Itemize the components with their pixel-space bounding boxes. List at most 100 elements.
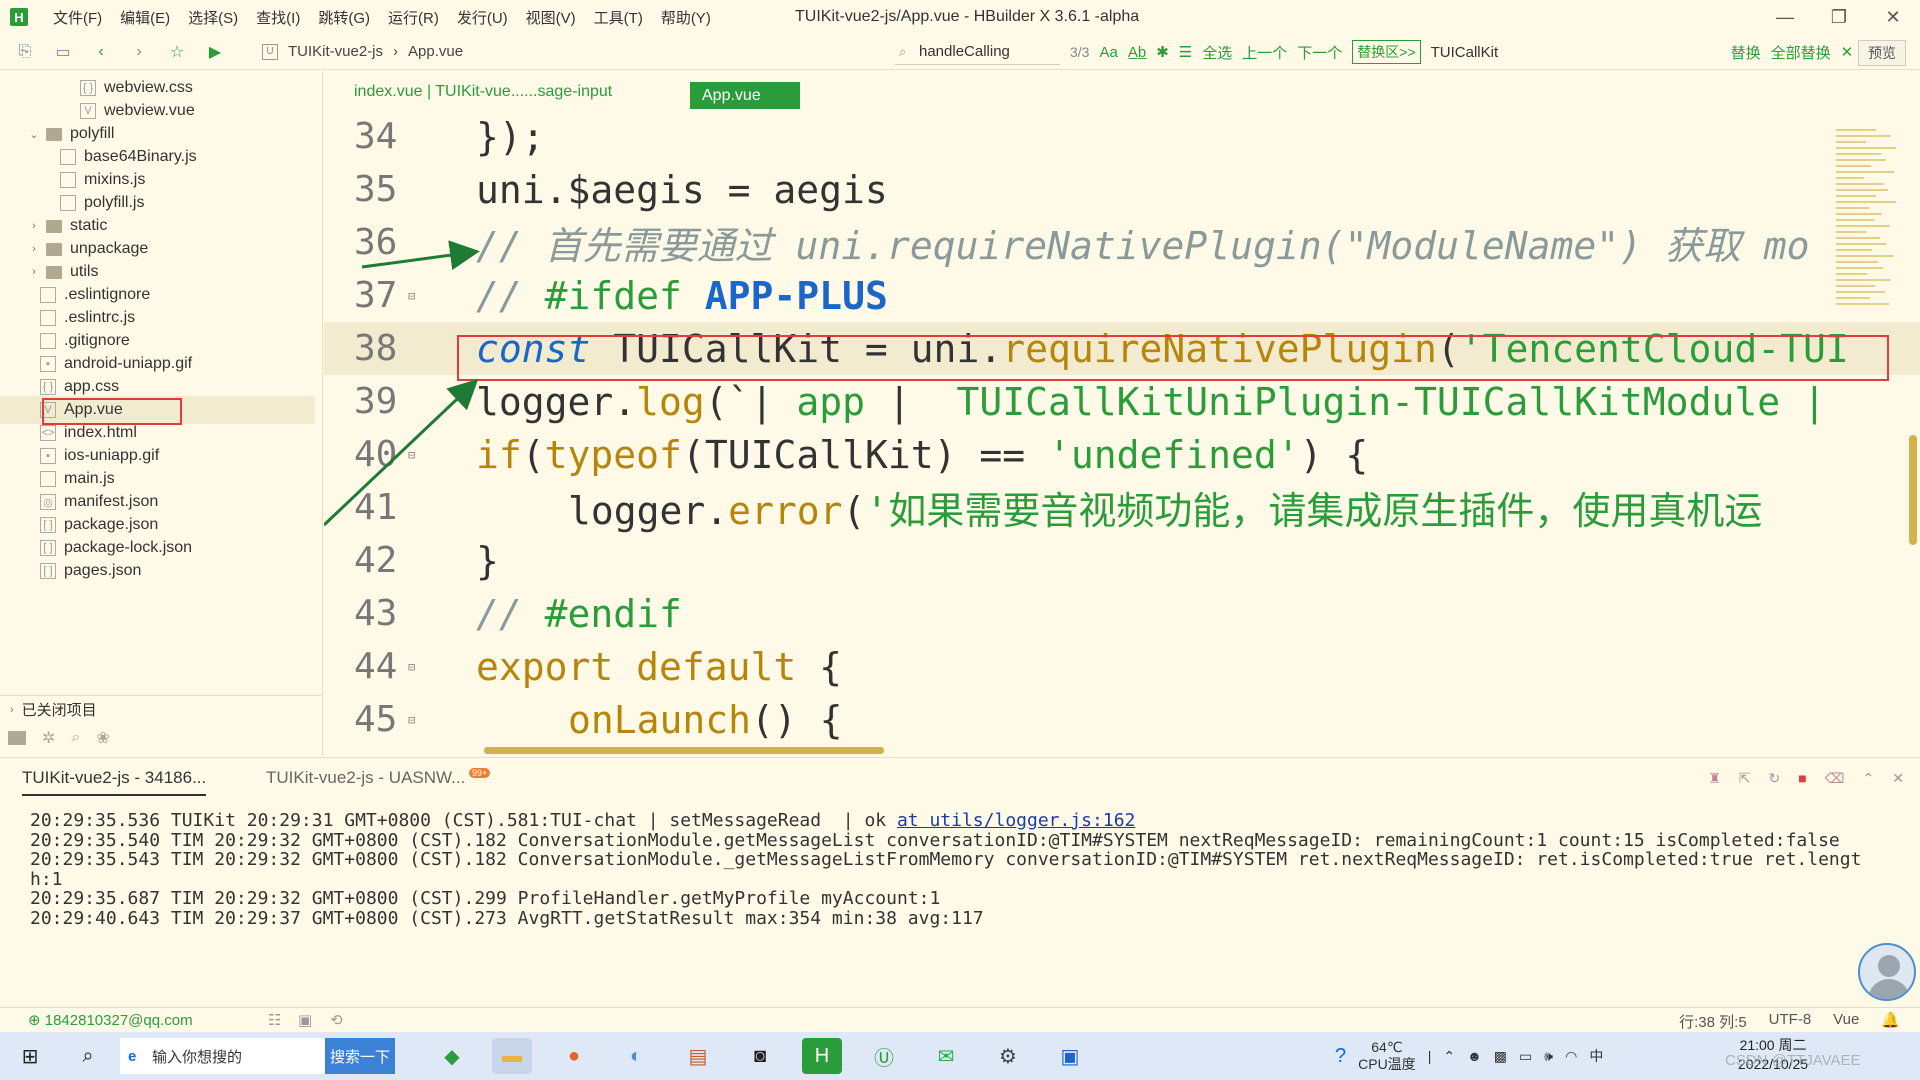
select-all-button[interactable]: 全选 <box>1202 42 1232 63</box>
ime-indicator[interactable]: 中 <box>1589 1046 1603 1066</box>
menu-item-9[interactable]: 帮助(Y) <box>654 3 718 32</box>
settings-gear-icon[interactable]: ⚙ <box>988 1038 1028 1074</box>
chevron-icon[interactable]: › <box>28 243 40 255</box>
closed-projects[interactable]: › 已关闭项目 <box>0 695 322 723</box>
qq-icon[interactable]: ☻ <box>1467 1048 1482 1064</box>
plugin-icon[interactable]: ✲ <box>42 728 55 748</box>
code-editor[interactable]: 34}); 35 uni.$aegis = aegis 36 // 首先需要通过 uni… <box>324 115 1920 756</box>
firefox-icon[interactable]: ● <box>554 1038 594 1074</box>
back-icon[interactable]: ‹ <box>88 39 114 65</box>
chevron-icon[interactable]: › <box>28 220 40 232</box>
game-icon[interactable]: ▩ <box>1494 1048 1507 1065</box>
replace-all-button[interactable]: 全部替换 <box>1771 42 1831 63</box>
status-user[interactable]: ⊕ 1842810327@qq.com <box>28 1011 193 1029</box>
code-line[interactable]: 34}); <box>324 115 1920 163</box>
console-tab-2[interactable]: TUIKit-vue2-js - UASNW... <box>266 768 465 788</box>
tab-app-vue[interactable]: App.vue <box>690 82 800 109</box>
fold-toggle-icon[interactable]: ⊟ <box>408 660 415 674</box>
file-explorer-icon[interactable]: ▬ <box>492 1038 532 1074</box>
code-line[interactable]: 40 ⊟ if(typeof(TUICallKit) == 'undefined')… <box>324 428 1920 481</box>
chevron-up-icon[interactable]: ⌃ <box>1443 1048 1455 1065</box>
explorer-icon[interactable] <box>8 731 26 745</box>
list-icon[interactable]: ☰ <box>1179 43 1192 61</box>
wifi-icon[interactable]: ◠ <box>1565 1048 1577 1065</box>
uniapp-icon[interactable]: Ⓤ <box>864 1038 904 1074</box>
code-line[interactable]: 42} <box>324 534 1920 587</box>
language-mode[interactable]: Vue <box>1833 1011 1859 1032</box>
taskbar-search-input[interactable]: e 输入你想搜的 <box>120 1038 325 1074</box>
breadcrumb-file[interactable]: App.vue <box>408 43 463 60</box>
close-console-icon[interactable]: ✕ <box>1892 770 1904 787</box>
battery-icon[interactable]: ▭ <box>1519 1048 1532 1065</box>
hbuilder-taskbar-icon[interactable]: H <box>802 1038 842 1074</box>
maximize-icon[interactable]: ❐ <box>1812 0 1866 34</box>
menu-item-8[interactable]: 工具(T) <box>587 3 650 32</box>
close-window-icon[interactable]: ✕ <box>1866 0 1920 34</box>
code-line[interactable]: 39 logger.log(`| app | TUICallKitUniPlugi… <box>324 375 1920 428</box>
windows-start-icon[interactable]: ⊞ <box>10 1038 50 1074</box>
code-line[interactable]: 43 // #endif <box>324 587 1920 640</box>
close-find-icon[interactable]: ✕ <box>1841 43 1854 61</box>
notification-icon[interactable]: 🔔 <box>1881 1011 1900 1032</box>
tree-item[interactable]: [ ] pages.json <box>0 557 315 585</box>
replace-button[interactable]: 替换 <box>1731 42 1761 63</box>
menu-item-6[interactable]: 发行(U) <box>450 3 515 32</box>
forward-icon[interactable]: › <box>126 39 152 65</box>
menu-item-1[interactable]: 编辑(E) <box>113 3 177 32</box>
code-line[interactable]: 37 ⊟// #ifdef APP-PLUS <box>324 269 1920 322</box>
archive-icon[interactable]: ▤ <box>678 1038 718 1074</box>
replace-input[interactable] <box>1430 39 1611 65</box>
palette-icon[interactable]: ❀ <box>96 728 109 748</box>
fold-toggle-icon[interactable]: ⊟ <box>408 289 415 303</box>
code-line[interactable]: 41 logger.error('如果需要音视频功能，请集成原生插件，使用真机运 <box>324 481 1920 534</box>
fold-toggle-icon[interactable]: ⊟ <box>408 448 415 462</box>
open-icon[interactable]: ⇱ <box>1739 770 1751 787</box>
code-line[interactable]: 36 // 首先需要通过 uni.requireNativePlugin("Mod… <box>324 216 1920 269</box>
log-source-link[interactable]: at utils/logger.js:162 <box>897 810 1135 831</box>
avatar[interactable] <box>1858 943 1916 1001</box>
new-file-icon[interactable]: ⎘ <box>12 39 38 65</box>
prev-match-button[interactable]: 上一个 <box>1242 42 1287 63</box>
bug-icon[interactable]: ♜ <box>1708 770 1721 787</box>
refresh-icon[interactable]: ↻ <box>1769 770 1781 787</box>
minimize-icon[interactable]: — <box>1758 0 1812 34</box>
video-app-icon[interactable]: ◙ <box>740 1038 780 1074</box>
chevron-icon[interactable]: ⌄ <box>28 128 40 141</box>
menu-item-0[interactable]: 文件(F) <box>46 3 109 32</box>
preview-button[interactable]: 预览 <box>1858 40 1906 66</box>
clear-icon[interactable]: ⌫ <box>1825 770 1845 787</box>
fold-toggle-icon[interactable]: ⊟ <box>408 713 415 727</box>
replace-area-toggle[interactable]: 替换区>> <box>1352 40 1421 64</box>
code-line[interactable]: 35 uni.$aegis = aegis <box>324 163 1920 216</box>
menu-item-4[interactable]: 跳转(G) <box>311 3 377 32</box>
search-files-icon[interactable]: ⌕ <box>71 729 80 747</box>
menu-item-3[interactable]: 查找(I) <box>249 3 307 32</box>
whole-word-toggle[interactable]: A̲b̲ <box>1128 44 1146 61</box>
cursor-position[interactable]: 行:38 列:5 <box>1679 1011 1747 1032</box>
search-input[interactable] <box>895 39 1060 65</box>
ev-app-icon[interactable]: ◐ <box>616 1038 656 1074</box>
collapse-icon[interactable]: ⌃ <box>1863 770 1875 787</box>
minimap[interactable] <box>1836 125 1906 625</box>
stop-icon[interactable]: ■ <box>1798 770 1806 787</box>
menu-item-2[interactable]: 选择(S) <box>181 3 245 32</box>
remote-desktop-icon[interactable]: ▣ <box>1050 1038 1090 1074</box>
tab-index-vue[interactable]: index.vue | TUIKit-vue......sage-input <box>354 83 612 101</box>
chevron-icon[interactable]: › <box>28 266 40 278</box>
vertical-scrollbar[interactable] <box>1909 435 1917 545</box>
list-view-icon[interactable]: ☷ <box>268 1011 281 1029</box>
diamond-app-icon[interactable]: ◆ <box>432 1038 472 1074</box>
help-icon[interactable]: ? <box>1335 1045 1346 1068</box>
volume-icon[interactable]: 🕪 <box>1544 1048 1553 1065</box>
search-icon[interactable]: ⌕ <box>68 1038 108 1074</box>
menu-item-5[interactable]: 运行(R) <box>381 3 446 32</box>
wechat-icon[interactable]: ✉ <box>926 1038 966 1074</box>
regex-icon[interactable]: ✱ <box>1156 43 1169 61</box>
match-case-toggle[interactable]: Aa <box>1099 44 1117 61</box>
star-icon[interactable]: ☆ <box>164 39 190 65</box>
console-tab-1[interactable]: TUIKit-vue2-js - 34186... <box>22 768 207 796</box>
next-match-button[interactable]: 下一个 <box>1297 42 1342 63</box>
terminal-icon[interactable]: ▣ <box>298 1011 312 1029</box>
menu-item-7[interactable]: 视图(V) <box>519 3 583 32</box>
save-icon[interactable]: ▭ <box>50 39 76 65</box>
